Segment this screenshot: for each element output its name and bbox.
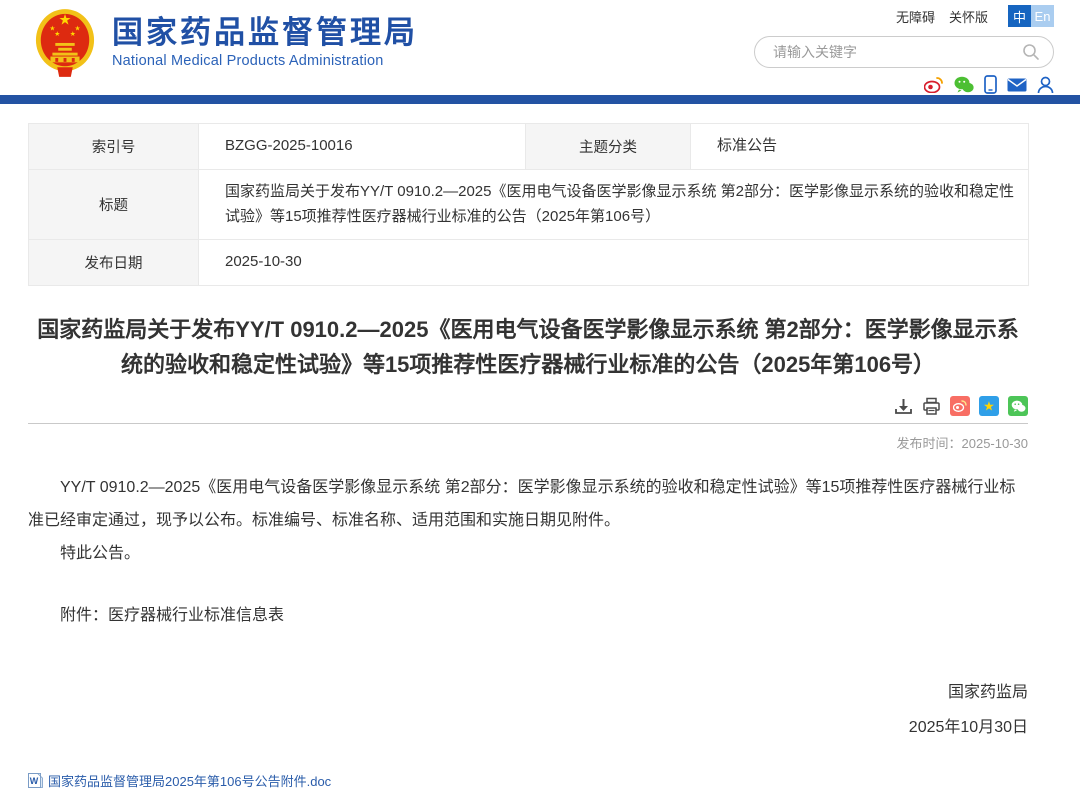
site-search	[754, 36, 1054, 68]
page-title: 国家药监局关于发布YY/T 0910.2—2025《医用电气设备医学影像显示系统…	[28, 312, 1028, 382]
table-row: 索引号 BZGG-2025-10016 主题分类 标准公告	[29, 124, 1029, 170]
lang-zh-button[interactable]: 中	[1008, 5, 1031, 27]
publish-date-value: 2025-10-30	[199, 240, 1029, 286]
index-number-value: BZGG-2025-10016	[199, 124, 526, 170]
share-weibo-icon[interactable]	[950, 396, 970, 416]
topic-category-label: 主题分类	[526, 124, 691, 170]
attachment-doc-link[interactable]: 国家药品监督管理局2025年第106号公告附件.doc	[48, 771, 331, 790]
header-divider-band	[0, 95, 1080, 104]
share-qzone-icon[interactable]: ★	[979, 396, 999, 416]
national-emblem-icon: ★ ★ ★ ★ ★	[34, 7, 96, 77]
search-input[interactable]	[771, 43, 1021, 61]
attachment-label: 附件：医疗器械行业标准信息表	[28, 601, 1028, 625]
mail-icon[interactable]	[1007, 78, 1027, 92]
word-doc-icon: W	[28, 773, 43, 788]
signature-org: 国家药监局	[28, 675, 1028, 710]
download-icon[interactable]	[894, 397, 913, 416]
user-icon[interactable]	[1037, 76, 1054, 94]
publish-time: 发布时间：2025-10-30	[28, 433, 1028, 452]
svg-text:★: ★	[58, 13, 71, 29]
svg-text:W: W	[30, 776, 39, 786]
print-icon[interactable]	[922, 397, 941, 416]
mobile-icon[interactable]	[984, 75, 997, 94]
svg-text:★: ★	[983, 399, 995, 414]
language-toggle: 中 En	[1008, 5, 1054, 27]
publish-time-label: 发布时间：	[896, 436, 961, 451]
attachment-row: W 国家药品监督管理局2025年第106号公告附件.doc	[28, 771, 1028, 790]
body-paragraph: YY/T 0910.2—2025《医用电气设备医学影像显示系统 第2部分：医学影…	[28, 472, 1028, 538]
site-name-english: National Medical Products Administration	[112, 53, 418, 69]
publish-date-label: 发布日期	[29, 240, 199, 286]
site-header: ★ ★ ★ ★ ★ 国家药品监督管理局 National Medical Pro…	[0, 0, 1080, 95]
search-icon[interactable]	[1021, 42, 1041, 62]
body-paragraph: 特此公告。	[28, 538, 1028, 571]
site-name-chinese: 国家药品监督管理局	[112, 15, 418, 51]
accessibility-link[interactable]: 无障碍	[896, 7, 935, 26]
svg-text:★: ★	[70, 31, 76, 38]
table-row: 标题 国家药监局关于发布YY/T 0910.2—2025《医用电气设备医学影像显…	[29, 169, 1029, 240]
article-body: YY/T 0910.2—2025《医用电气设备医学影像显示系统 第2部分：医学影…	[28, 472, 1028, 570]
topic-category-value: 标准公告	[691, 124, 1029, 170]
index-number-label: 索引号	[29, 124, 199, 170]
svg-text:★: ★	[54, 31, 60, 38]
announcement-page: 索引号 BZGG-2025-10016 主题分类 标准公告 标题 国家药监局关于…	[28, 123, 1028, 790]
signature-block: 国家药监局 2025年10月30日	[28, 675, 1028, 745]
wechat-icon[interactable]	[954, 76, 974, 94]
table-row: 发布日期 2025-10-30	[29, 240, 1029, 286]
lang-en-button[interactable]: En	[1031, 5, 1054, 27]
weibo-icon[interactable]	[924, 76, 944, 93]
signature-date: 2025年10月30日	[28, 710, 1028, 745]
care-version-link[interactable]: 关怀版	[949, 7, 988, 26]
site-logo[interactable]: ★ ★ ★ ★ ★ 国家药品监督管理局 National Medical Pro…	[34, 7, 418, 77]
article-toolbar: ★	[28, 396, 1028, 424]
publish-time-value: 2025-10-30	[962, 436, 1029, 451]
document-meta-table: 索引号 BZGG-2025-10016 主题分类 标准公告 标题 国家药监局关于…	[28, 123, 1029, 286]
title-value: 国家药监局关于发布YY/T 0910.2—2025《医用电气设备医学影像显示系统…	[199, 169, 1029, 240]
share-wechat-icon[interactable]	[1008, 396, 1028, 416]
title-label: 标题	[29, 169, 199, 240]
